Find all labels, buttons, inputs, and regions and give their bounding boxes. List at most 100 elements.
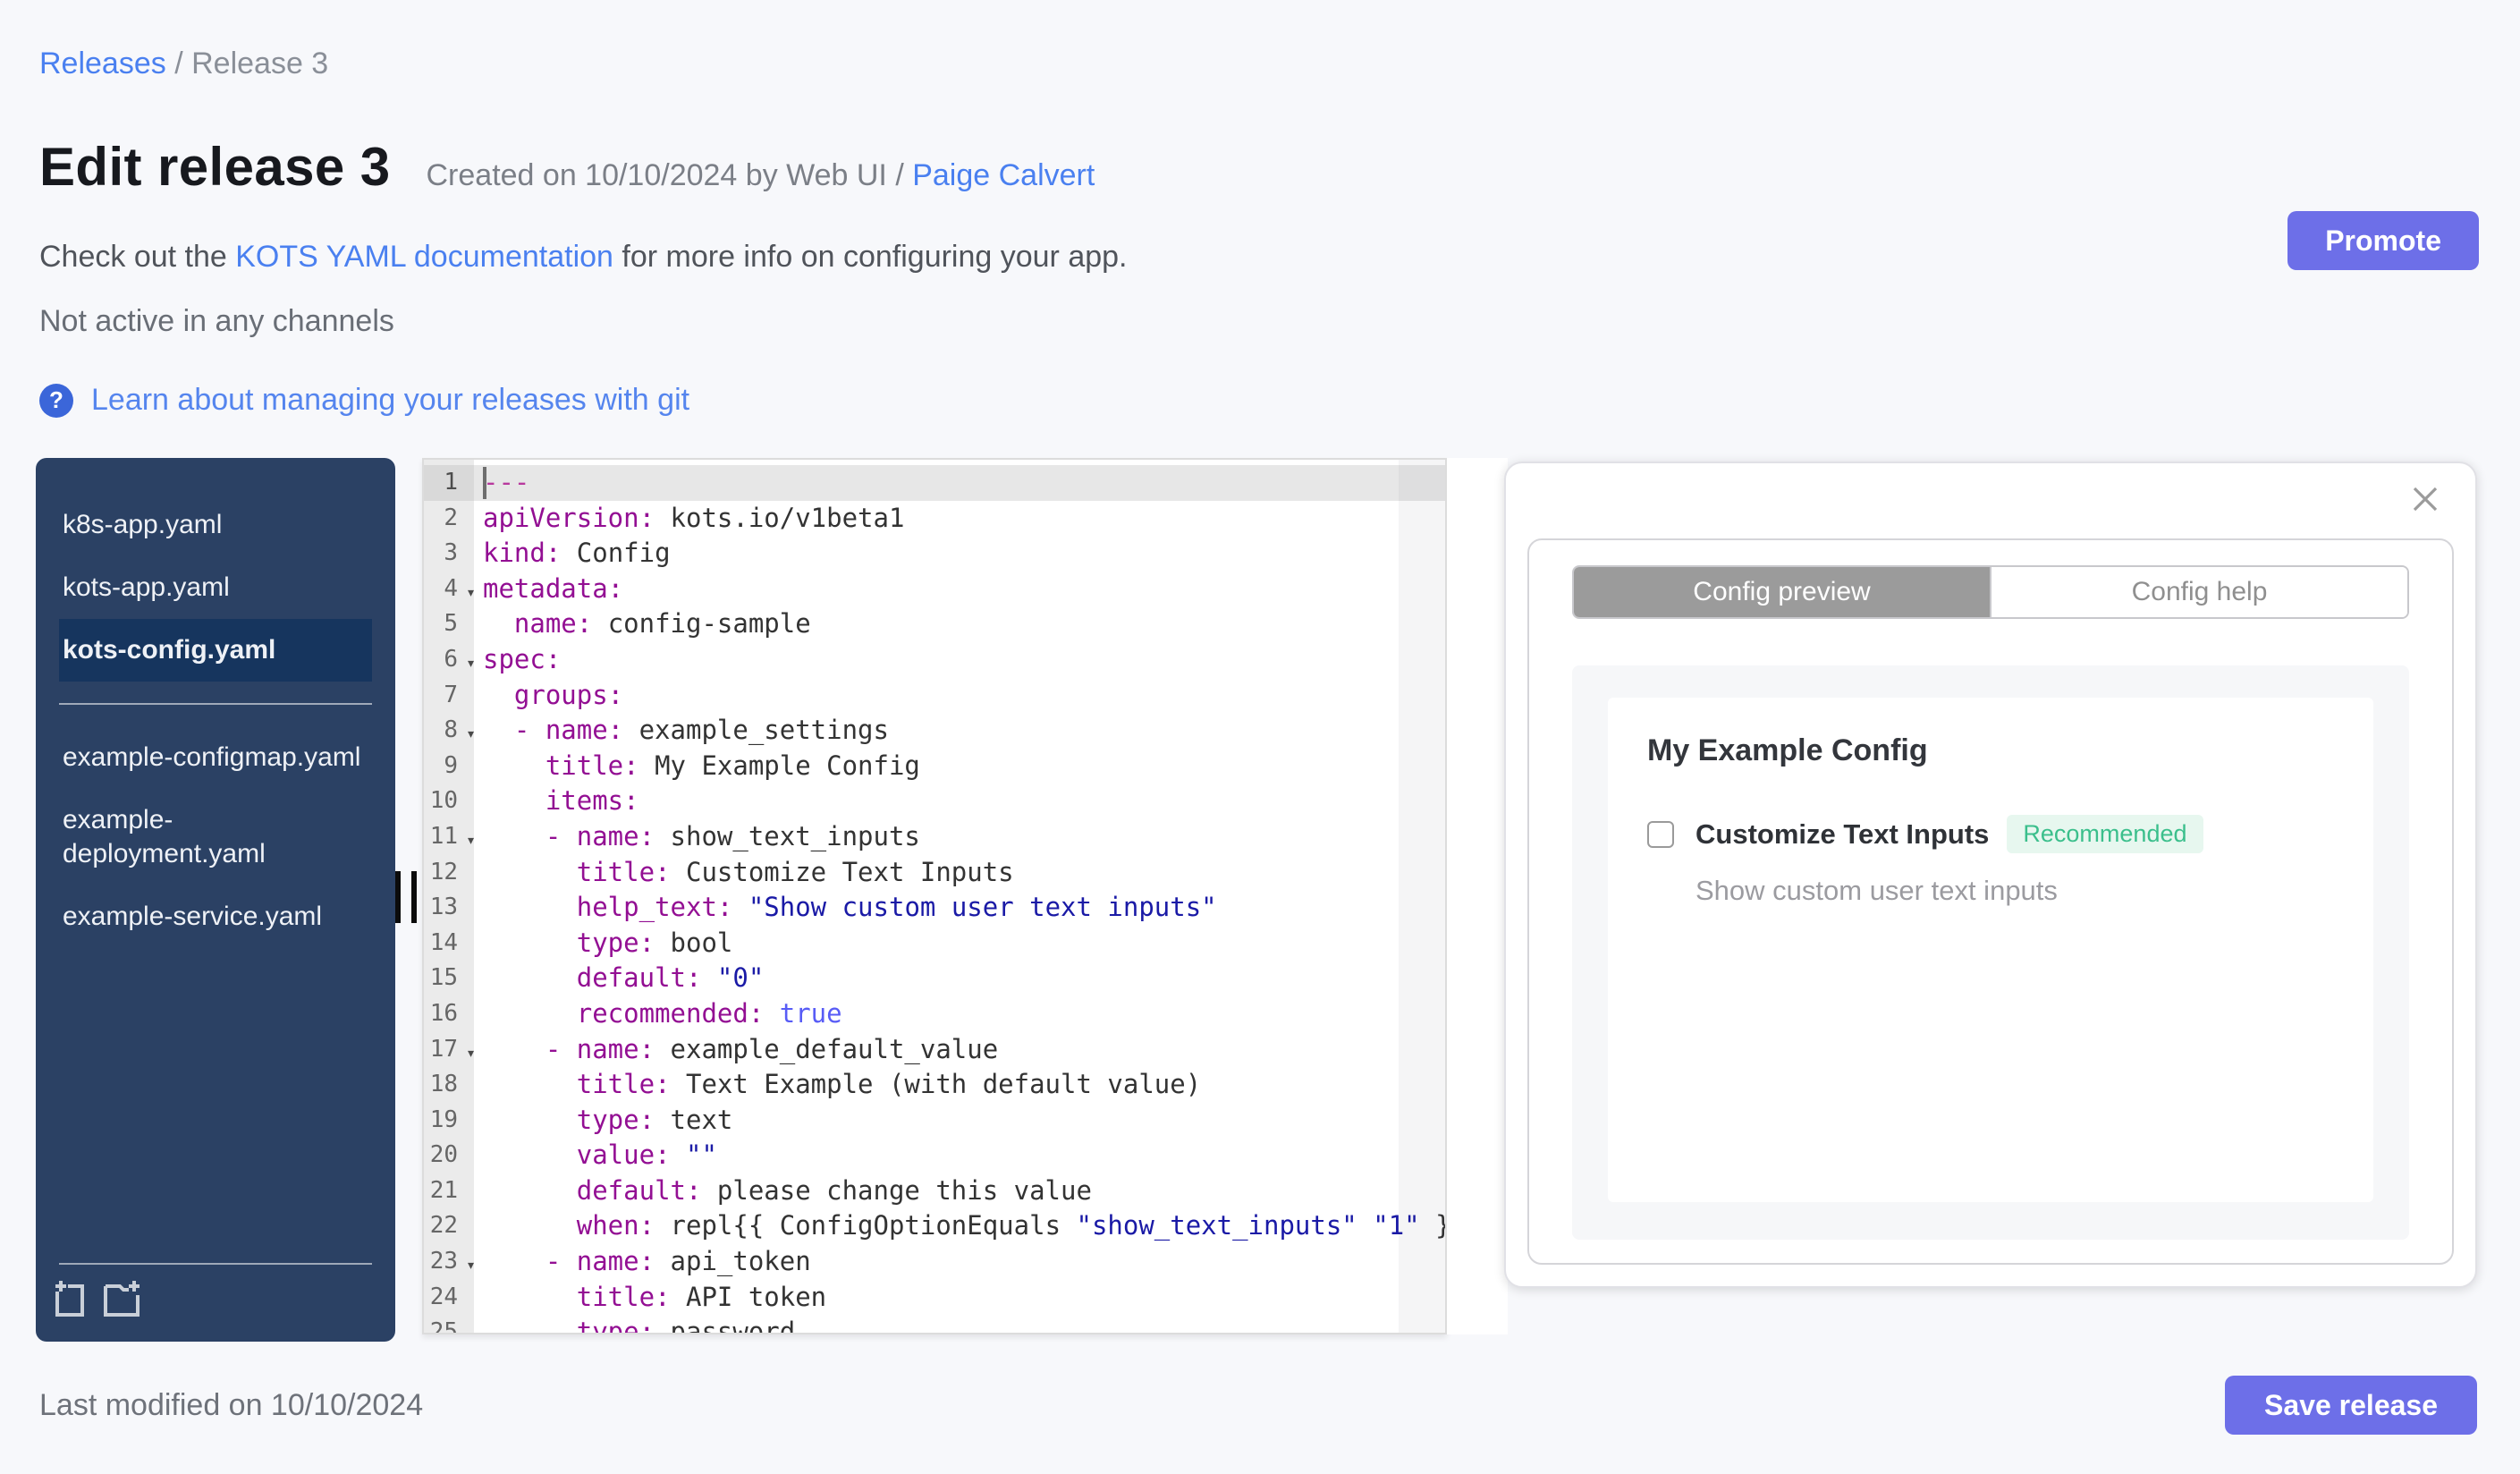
code-line-8[interactable]: 8 ▾ - name: example_settings <box>424 713 1445 749</box>
code-line-content: - name: show_text_inputs <box>545 820 920 851</box>
config-preview-box: Config preview Config help My Example Con… <box>1527 538 2454 1265</box>
sidebar-file-kots-app.yaml[interactable]: kots-app.yaml <box>59 556 372 619</box>
code-line-7[interactable]: 7 groups: <box>424 678 1445 714</box>
breadcrumb-current: Release 3 <box>191 47 329 80</box>
code-line-25[interactable]: 25 type: password <box>424 1315 1445 1334</box>
line-number: 5 <box>444 610 458 638</box>
line-number: 10 <box>429 787 458 815</box>
page-title: Edit release 3 <box>39 137 391 197</box>
code-line-24[interactable]: 24 title: API token <box>424 1280 1445 1316</box>
code-line-10[interactable]: 10 items: <box>424 784 1445 819</box>
code-line-content: type: bool <box>576 927 733 958</box>
code-line-12[interactable]: 12 title: Customize Text Inputs <box>424 855 1445 891</box>
code-line-content: name: config-sample <box>513 608 811 640</box>
sidebar-file-k8s-app.yaml[interactable]: k8s-app.yaml <box>59 494 372 556</box>
save-release-button[interactable]: Save release <box>2225 1376 2477 1435</box>
code-line-14[interactable]: 14 type: bool <box>424 926 1445 961</box>
sidebar-file-example-service.yaml[interactable]: example-service.yaml <box>59 885 372 948</box>
panel-gutter <box>1447 458 1508 1334</box>
git-docs-link[interactable]: Learn about managing your releases with … <box>91 383 689 418</box>
sidebar-file-example-deployment.yaml[interactable]: example-deployment.yaml <box>59 789 372 885</box>
code-line-content: when: repl{{ ConfigOptionEquals "show_te… <box>576 1210 1445 1241</box>
line-number: 20 <box>429 1141 458 1169</box>
sidebar-file-kots-config.yaml[interactable]: kots-config.yaml <box>59 619 372 682</box>
preview-surface: My Example Config Customize Text Inputs … <box>1572 665 2409 1240</box>
line-number: 19 <box>429 1106 458 1133</box>
code-line-17[interactable]: 17 ▾ - name: example_default_value <box>424 1032 1445 1068</box>
customize-text-inputs-checkbox[interactable] <box>1647 820 1674 848</box>
editor-scrollbar[interactable] <box>1399 460 1445 1333</box>
doc-line: Check out the KOTS YAML documentation fo… <box>39 240 1128 275</box>
sidebar-bottom <box>36 1263 395 1342</box>
code-line-5[interactable]: 5 name: config-sample <box>424 606 1445 642</box>
promote-button[interactable]: Promote <box>2287 211 2479 270</box>
question-circle-icon: ? <box>39 383 73 418</box>
code-line-21[interactable]: 21 default: please change this value <box>424 1173 1445 1209</box>
panel-resize-handle-left[interactable] <box>395 871 417 923</box>
code-line-1[interactable]: 1 --- <box>424 465 1445 501</box>
line-number: 23 ▾ <box>424 1244 476 1283</box>
code-line-11[interactable]: 11 ▾ - name: show_text_inputs <box>424 819 1445 855</box>
code-line-3[interactable]: 3 kind: Config <box>424 536 1445 572</box>
line-number: 8 ▾ <box>424 713 476 752</box>
config-card: My Example Config Customize Text Inputs … <box>1608 698 2373 1202</box>
code-line-content: items: <box>545 785 639 817</box>
code-line-content: - name: example_default_value <box>545 1033 999 1064</box>
code-line-content: type: password <box>576 1317 796 1334</box>
code-line-19[interactable]: 19 type: text <box>424 1103 1445 1139</box>
code-line-content: kind: Config <box>483 538 671 569</box>
config-group-title: My Example Config <box>1647 733 1928 767</box>
code-line-16[interactable]: 16 recommended: true <box>424 996 1445 1032</box>
config-tabs: Config preview Config help <box>1572 565 2409 619</box>
line-number: 24 <box>429 1283 458 1310</box>
file-list-divider <box>59 703 372 705</box>
fold-arrow-icon[interactable]: ▾ <box>466 823 476 859</box>
fold-arrow-icon[interactable]: ▾ <box>466 646 476 682</box>
doc-text-prefix: Check out the <box>39 240 236 274</box>
code-line-18[interactable]: 18 title: Text Example (with default val… <box>424 1067 1445 1103</box>
fold-arrow-icon[interactable]: ▾ <box>466 1248 476 1283</box>
code-line-20[interactable]: 20 value: "" <box>424 1138 1445 1173</box>
config-item-label: Customize Text Inputs <box>1696 817 1990 850</box>
code-line-13[interactable]: 13 help_text: "Show custom user text inp… <box>424 890 1445 926</box>
kots-yaml-doc-link[interactable]: KOTS YAML documentation <box>235 240 613 274</box>
code-line-2[interactable]: 2 apiVersion: kots.io/v1beta1 <box>424 501 1445 537</box>
file-list: k8s-app.yaml kots-app.yaml kots-config.yam… <box>36 494 395 948</box>
resize-bar <box>411 871 417 923</box>
yaml-code-editor[interactable]: 1 --- 2 apiVersion: kots.io/v1beta1 3 kind: C… <box>422 458 1447 1334</box>
code-line-content: default: "0" <box>576 962 765 994</box>
breadcrumb-releases-link[interactable]: Releases <box>39 47 166 80</box>
line-number: 9 <box>444 751 458 779</box>
sidebar-file-example-configmap.yaml[interactable]: example-configmap.yaml <box>59 726 372 789</box>
new-folder-icon[interactable] <box>104 1279 143 1326</box>
close-icon[interactable] <box>2407 481 2443 517</box>
line-number: 4 ▾ <box>424 572 476 607</box>
code-line-23[interactable]: 23 ▾ - name: api_token <box>424 1244 1445 1280</box>
code-line-content: --- <box>483 467 530 497</box>
author-link[interactable]: Paige Calvert <box>912 158 1095 192</box>
title-row: Edit release 3 Created on 10/10/2024 by … <box>39 136 1095 198</box>
tab-config-help[interactable]: Config help <box>1990 567 2407 617</box>
line-number: 1 <box>424 465 474 501</box>
code-line-content: type: text <box>576 1104 733 1135</box>
line-number: 6 ▾ <box>424 642 476 678</box>
git-help-row[interactable]: ? Learn about managing your releases wit… <box>39 383 689 418</box>
code-line-22[interactable]: 22 when: repl{{ ConfigOptionEquals "show… <box>424 1208 1445 1244</box>
fold-arrow-icon[interactable]: ▾ <box>466 575 476 611</box>
release-editor-page: Releases / Release 3 Edit release 3 Crea… <box>0 0 2520 1474</box>
code-line-15[interactable]: 15 default: "0" <box>424 961 1445 996</box>
created-line: Created on 10/10/2024 by Web UI / Paige … <box>427 158 1095 193</box>
config-item-help-text: Show custom user text inputs <box>1696 875 2058 906</box>
recommended-badge: Recommended <box>2007 815 2203 853</box>
code-line-9[interactable]: 9 title: My Example Config <box>424 749 1445 784</box>
line-number: 18 <box>429 1071 458 1098</box>
tab-config-preview[interactable]: Config preview <box>1574 567 1990 617</box>
code-line-content: title: Customize Text Inputs <box>576 856 1014 887</box>
fold-arrow-icon[interactable]: ▾ <box>466 1036 476 1072</box>
new-file-icon[interactable] <box>52 1279 88 1326</box>
code-line-content: metadata: <box>483 572 624 604</box>
fold-arrow-icon[interactable]: ▾ <box>466 716 476 752</box>
code-line-6[interactable]: 6 ▾ spec: <box>424 642 1445 678</box>
code-line-4[interactable]: 4 ▾ metadata: <box>424 572 1445 607</box>
code-line-content: - name: example_settings <box>513 715 889 746</box>
